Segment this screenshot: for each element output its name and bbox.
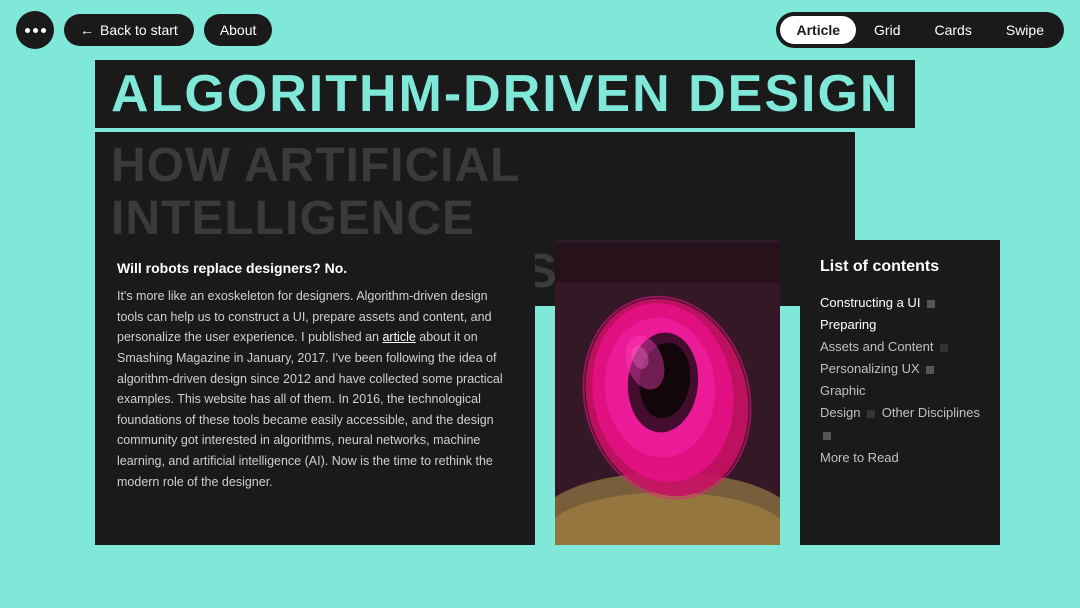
toc-item-assets[interactable]: Assets and Content xyxy=(820,339,933,354)
toc-title: List of contents xyxy=(820,258,980,276)
tab-swipe[interactable]: Swipe xyxy=(990,16,1060,44)
toc-body: Constructing a UI Preparing Assets and C… xyxy=(820,292,980,469)
toc-item-ux[interactable]: Personalizing UX xyxy=(820,361,920,376)
title-main-block: ALGORITHM-DRIVEN DESIGN xyxy=(95,60,915,128)
top-navigation: ← Back to start About Article Grid Cards… xyxy=(0,0,1080,60)
toc-separator-2 xyxy=(940,344,948,352)
tab-article[interactable]: Article xyxy=(780,16,856,44)
back-arrow-icon: ← xyxy=(80,22,94,38)
toc-separator-5 xyxy=(823,432,831,440)
hero-image xyxy=(555,240,780,545)
tab-grid[interactable]: Grid xyxy=(858,16,916,44)
back-to-start-button[interactable]: ← Back to start xyxy=(64,14,194,46)
toc-item-graphic-design[interactable]: Design xyxy=(820,405,860,420)
toc-item-more[interactable]: More to Read xyxy=(820,450,899,465)
toc-separator-1 xyxy=(927,300,935,308)
article-body: It's more like an exoskeleton for design… xyxy=(117,286,513,492)
tab-cards[interactable]: Cards xyxy=(919,16,988,44)
about-button[interactable]: About xyxy=(204,14,273,46)
back-label: Back to start xyxy=(100,22,178,38)
table-of-contents-panel: List of contents Constructing a UI Prepa… xyxy=(800,240,1000,545)
dots-icon xyxy=(25,28,46,33)
article-text-panel: Will robots replace designers? No. It's … xyxy=(95,240,535,545)
dots-menu-button[interactable] xyxy=(16,11,54,49)
toc-separator-4 xyxy=(867,410,875,418)
toc-item-constructing[interactable]: Constructing a UI xyxy=(820,295,920,310)
view-tabs: Article Grid Cards Swipe xyxy=(776,12,1064,48)
article-heading: Will robots replace designers? No. xyxy=(117,260,513,276)
nav-left: ← Back to start About xyxy=(16,11,272,49)
about-label: About xyxy=(220,22,257,38)
toc-item-preparing[interactable]: Preparing xyxy=(820,317,876,332)
main-title: ALGORITHM-DRIVEN DESIGN xyxy=(111,68,899,120)
toc-item-graphic[interactable]: Graphic xyxy=(820,383,866,398)
content-area: Will robots replace designers? No. It's … xyxy=(95,240,985,545)
toc-item-other[interactable]: Other Disciplines xyxy=(882,405,980,420)
toc-separator-3 xyxy=(926,366,934,374)
abstract-image-svg xyxy=(555,240,780,545)
article-link[interactable]: article xyxy=(382,330,415,344)
